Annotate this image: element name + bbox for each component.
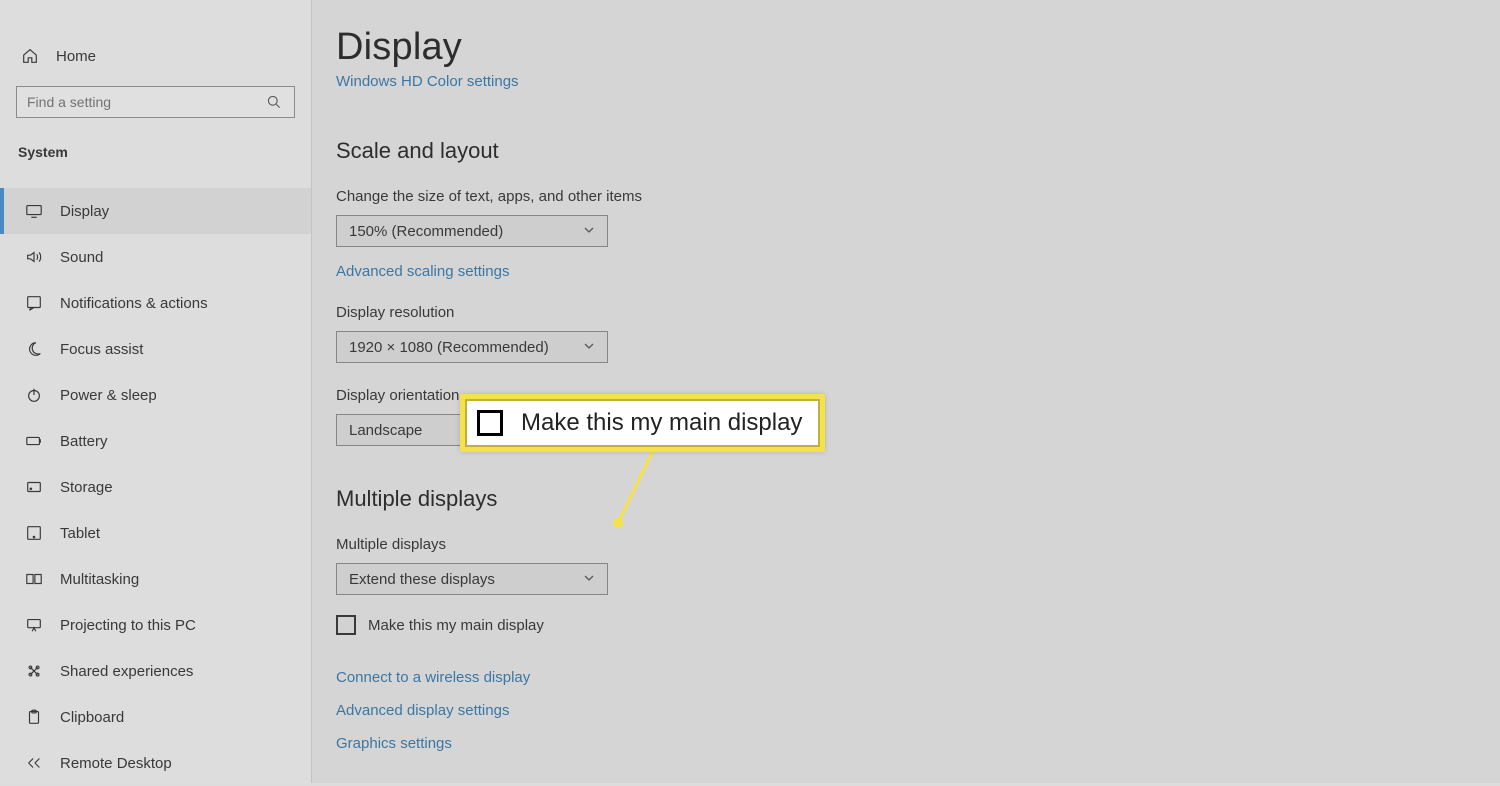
text-size-select[interactable]: 150% (Recommended) — [336, 215, 608, 247]
sidebar-item-tablet[interactable]: Tablet — [0, 510, 311, 556]
resolution-label: Display resolution — [336, 304, 1476, 321]
search-field[interactable] — [27, 94, 264, 110]
sidebar-item-label: Tablet — [60, 525, 100, 542]
sidebar-item-label: Shared experiences — [60, 663, 193, 680]
main-content: Display Windows HD Color settings Scale … — [312, 0, 1500, 783]
focus-assist-icon — [24, 339, 44, 359]
storage-icon — [24, 477, 44, 497]
battery-icon — [24, 431, 44, 451]
callout-label: Make this my main display — [521, 409, 802, 437]
sidebar-item-battery[interactable]: Battery — [0, 418, 311, 464]
callout-main-display: Make this my main display — [460, 394, 825, 452]
checkbox-icon — [336, 615, 356, 635]
sidebar-item-label: Clipboard — [60, 709, 124, 726]
sidebar-item-shared-experiences[interactable]: Shared experiences — [0, 648, 311, 694]
sidebar-item-label: Notifications & actions — [60, 295, 208, 312]
notifications-icon — [24, 293, 44, 313]
sidebar-item-label: Sound — [60, 249, 103, 266]
remote-desktop-icon — [24, 753, 44, 773]
checkbox-icon — [477, 410, 503, 436]
sidebar-item-multitasking[interactable]: Multitasking — [0, 556, 311, 602]
sidebar: Home System Display Sound — [0, 0, 312, 783]
section-heading-multiple: Multiple displays — [336, 486, 1476, 512]
display-icon — [24, 201, 44, 221]
chevron-down-icon — [583, 571, 595, 588]
search-icon — [264, 92, 284, 112]
sidebar-item-label: Focus assist — [60, 341, 143, 358]
sidebar-item-focus-assist[interactable]: Focus assist — [0, 326, 311, 372]
sidebar-item-power[interactable]: Power & sleep — [0, 372, 311, 418]
home-nav[interactable]: Home — [16, 34, 295, 78]
section-heading-scale: Scale and layout — [336, 138, 1476, 164]
home-icon — [20, 46, 40, 66]
graphics-settings-link[interactable]: Graphics settings — [336, 735, 1476, 752]
sidebar-item-projecting[interactable]: Projecting to this PC — [0, 602, 311, 648]
chevron-down-icon — [583, 223, 595, 240]
sound-icon — [24, 247, 44, 267]
sidebar-item-display[interactable]: Display — [0, 188, 311, 234]
search-input[interactable] — [16, 86, 295, 118]
shared-experiences-icon — [24, 661, 44, 681]
main-display-checkbox[interactable]: Make this my main display — [336, 615, 1476, 635]
page-title: Display — [336, 26, 1476, 69]
resolution-select[interactable]: 1920 × 1080 (Recommended) — [336, 331, 608, 363]
sidebar-item-label: Multitasking — [60, 571, 139, 588]
main-display-checkbox-label: Make this my main display — [368, 617, 544, 634]
sidebar-item-label: Display — [60, 203, 109, 220]
sidebar-item-label: Remote Desktop — [60, 755, 172, 772]
home-label: Home — [56, 48, 96, 65]
sidebar-item-sound[interactable]: Sound — [0, 234, 311, 280]
sidebar-item-notifications[interactable]: Notifications & actions — [0, 280, 311, 326]
sidebar-item-label: Projecting to this PC — [60, 617, 196, 634]
connect-wireless-link[interactable]: Connect to a wireless display — [336, 669, 1476, 686]
resolution-value: 1920 × 1080 (Recommended) — [349, 339, 549, 356]
sidebar-item-label: Battery — [60, 433, 108, 450]
mode-value: Extend these displays — [349, 571, 495, 588]
multiple-mode-select[interactable]: Extend these displays — [336, 563, 608, 595]
advanced-display-link[interactable]: Advanced display settings — [336, 702, 1476, 719]
power-icon — [24, 385, 44, 405]
multitasking-icon — [24, 569, 44, 589]
sidebar-section-label: System — [16, 144, 295, 160]
clipboard-icon — [24, 707, 44, 727]
nav-list: Display Sound Notifications & actions Fo… — [0, 188, 311, 786]
mode-label: Multiple displays — [336, 536, 1476, 553]
hd-color-link[interactable]: Windows HD Color settings — [336, 73, 1476, 90]
chevron-down-icon — [583, 339, 595, 356]
sidebar-item-label: Storage — [60, 479, 113, 496]
text-size-value: 150% (Recommended) — [349, 223, 503, 240]
sidebar-item-remote-desktop[interactable]: Remote Desktop — [0, 740, 311, 786]
advanced-scaling-link[interactable]: Advanced scaling settings — [336, 263, 1476, 280]
sidebar-item-label: Power & sleep — [60, 387, 157, 404]
orientation-value: Landscape — [349, 422, 422, 439]
tablet-icon — [24, 523, 44, 543]
sidebar-item-clipboard[interactable]: Clipboard — [0, 694, 311, 740]
projecting-icon — [24, 615, 44, 635]
text-size-label: Change the size of text, apps, and other… — [336, 188, 1476, 205]
sidebar-item-storage[interactable]: Storage — [0, 464, 311, 510]
